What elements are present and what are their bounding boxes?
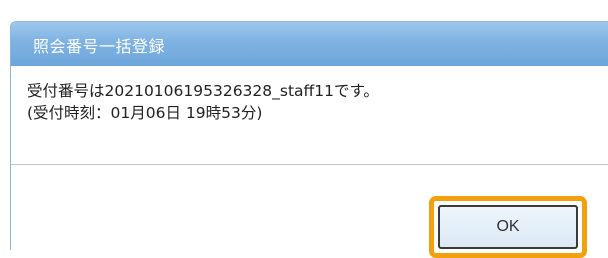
dialog-footer: OK <box>11 165 608 258</box>
dialog-titlebar[interactable]: 照会番号一括登録 <box>11 22 608 66</box>
receipt-number-text: 受付番号は20210106195326328_staff11です。 <box>27 82 379 100</box>
dialog-title: 照会番号一括登録 <box>33 37 166 56</box>
receipt-time-text: (受付時刻：01月06日 19時53分) <box>27 104 263 122</box>
registration-dialog: 照会番号一括登録 受付番号は20210106195326328_staff11で… <box>0 0 608 258</box>
dialog-message: 受付番号は20210106195326328_staff11です。 (受付時刻：… <box>27 80 598 124</box>
dialog-frame: 照会番号一括登録 受付番号は20210106195326328_staff11で… <box>10 21 608 258</box>
ok-button[interactable]: OK <box>438 205 578 249</box>
